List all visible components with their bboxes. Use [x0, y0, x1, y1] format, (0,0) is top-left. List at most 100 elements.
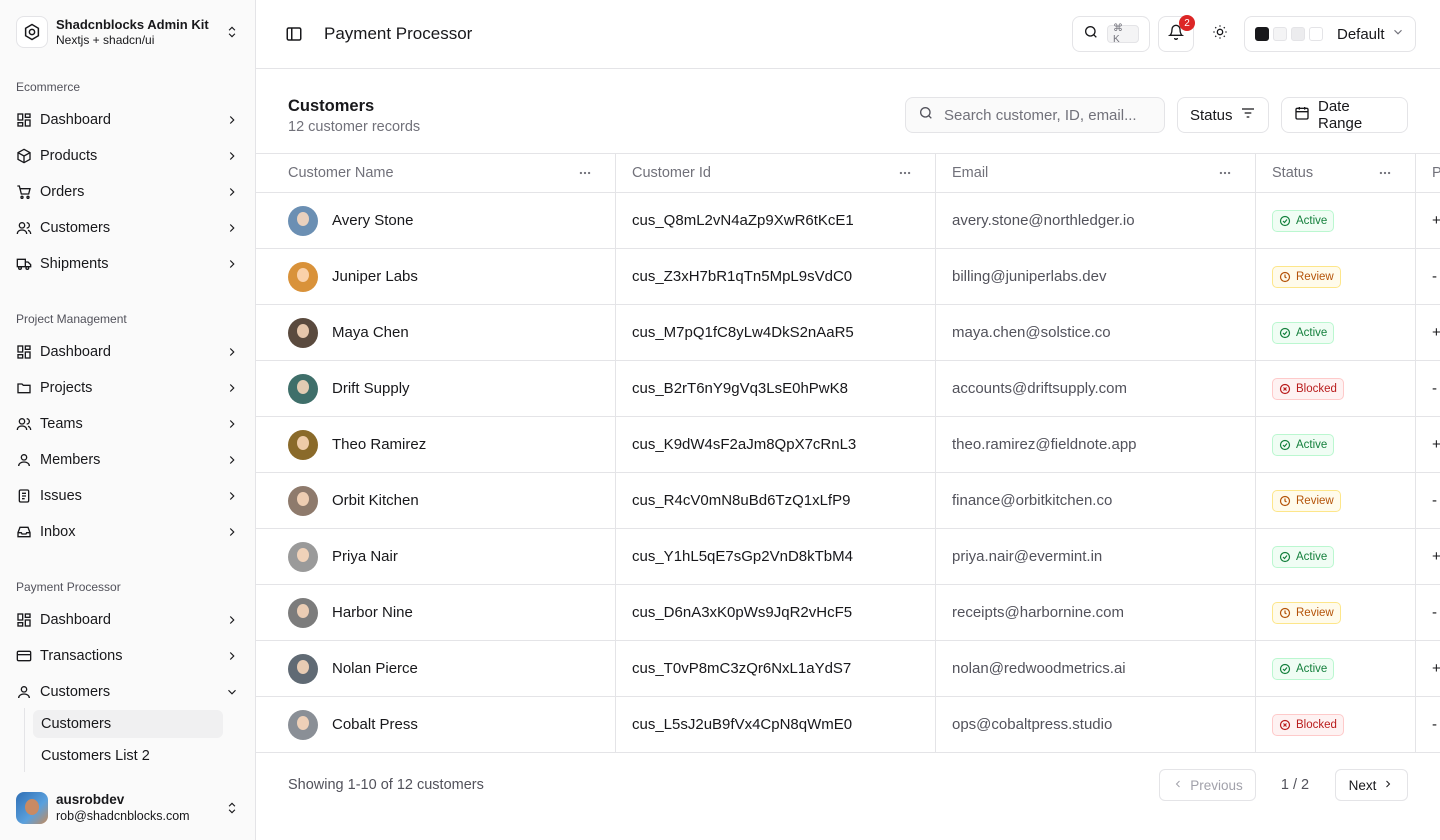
customer-search-input[interactable] — [944, 106, 1144, 124]
subnav-customers-list-2[interactable]: Customers List 2 — [33, 742, 223, 770]
cell-customer-id: cus_T0vP8mC3zQr6NxL1aYdS7 — [616, 641, 936, 696]
more-horizontal-icon[interactable] — [897, 165, 913, 181]
search-icon — [1083, 24, 1099, 45]
theme-select[interactable]: Default — [1244, 16, 1416, 52]
chevrons-up-down-icon — [224, 800, 240, 816]
status-label: Active — [1296, 438, 1328, 451]
cell-customer-id: cus_L5sJ2uB9fVx4CpN8qWmE0 — [616, 697, 936, 752]
next-page-button[interactable]: Next — [1335, 769, 1408, 801]
nav-inbox[interactable]: Inbox — [8, 516, 248, 548]
customer-id: cus_M7pQ1fC8yLw4DkS2nAaR5 — [632, 324, 854, 341]
chevron-right-icon — [1382, 778, 1394, 793]
status-filter-button[interactable]: Status — [1177, 97, 1269, 133]
customer-email: avery.stone@northledger.io — [952, 212, 1135, 229]
cell-customer-name: Drift Supply — [256, 361, 616, 416]
table-row[interactable]: Avery Stone cus_Q8mL2vN4aZp9XwR6tKcE1 aver… — [256, 193, 1440, 249]
previous-page-button[interactable]: Previous — [1159, 769, 1256, 801]
more-horizontal-icon[interactable] — [577, 165, 593, 181]
customer-id: cus_T0vP8mC3zQr6NxL1aYdS7 — [632, 660, 852, 677]
status-badge: Review — [1272, 265, 1341, 288]
status-label: Blocked — [1296, 382, 1337, 395]
dashboard-icon — [16, 612, 32, 628]
more-horizontal-icon[interactable] — [1377, 165, 1393, 181]
page-indicator: 1 / 2 — [1280, 777, 1310, 793]
cell-status: Review — [1256, 473, 1416, 528]
next-label: Next — [1348, 777, 1377, 793]
nav-transactions[interactable]: Transactions — [8, 640, 248, 672]
nav-products[interactable]: Products — [8, 140, 248, 172]
workspace-switcher[interactable]: Shadcnblocks Admin Kit Nextjs + shadcn/u… — [8, 8, 248, 56]
sidebar-toggle-icon[interactable] — [284, 24, 304, 44]
chevron-left-icon — [1172, 778, 1184, 793]
brand-subtitle: Nextjs + shadcn/ui — [56, 32, 155, 47]
sidebar: Shadcnblocks Admin Kit Nextjs + shadcn/u… — [0, 0, 256, 840]
chevron-right-icon — [224, 648, 240, 664]
cell-partial: + — [1432, 660, 1440, 677]
date-range-button[interactable]: Date Range — [1281, 97, 1408, 133]
cell-status: Active — [1256, 641, 1416, 696]
nav-label: Shipments — [40, 256, 109, 272]
nav-ecommerce-customers[interactable]: Customers — [8, 212, 248, 244]
previous-label: Previous — [1190, 777, 1243, 793]
customer-email: ops@cobaltpress.studio — [952, 716, 1113, 733]
status-label: Active — [1296, 326, 1328, 339]
group-label-project-management: Project Management — [16, 312, 127, 326]
user-menu[interactable]: ausrobdev rob@shadcnblocks.com — [8, 784, 248, 832]
cell-email: ops@cobaltpress.studio — [936, 697, 1256, 752]
table-row[interactable]: Priya Nair cus_Y1hL5qE7sGp2VnD8kTbM4 priya… — [256, 529, 1440, 585]
table-row[interactable]: Harbor Nine cus_D6nA3xK0pWs9JqR2vHcF5 rece… — [256, 585, 1440, 641]
nav-members[interactable]: Members — [8, 444, 248, 476]
notifications-button[interactable]: 2 — [1158, 15, 1195, 52]
table-row[interactable]: Drift Supply cus_B2rT6nY9gVq3LsE0hPwK8 acc… — [256, 361, 1440, 417]
avatar — [288, 317, 318, 348]
table-row[interactable]: Cobalt Press cus_L5sJ2uB9fVx4CpN8qWmE0 ops… — [256, 697, 1440, 752]
column-header-customer-id[interactable]: Customer Id — [616, 154, 936, 192]
cell-customer-name: Juniper Labs — [256, 249, 616, 304]
x-circle-icon — [1279, 719, 1291, 731]
check-circle-icon — [1279, 327, 1291, 339]
user-icon — [16, 684, 32, 700]
column-header-partial[interactable]: P — [1416, 154, 1440, 192]
nav-projects[interactable]: Projects — [8, 372, 248, 404]
cell-customer-name: Harbor Nine — [256, 585, 616, 640]
nav-shipments[interactable]: Shipments — [8, 248, 248, 280]
nav-pm-dashboard[interactable]: Dashboard — [8, 336, 248, 368]
dashboard-icon — [16, 112, 32, 128]
customers-table: Customer Name Customer Id Email Status P… — [256, 154, 1440, 753]
table-row[interactable]: Theo Ramirez cus_K9dW4sF2aJm8QpX7cRnL3 the… — [256, 417, 1440, 473]
column-header-email[interactable]: Email — [936, 154, 1256, 192]
nav-orders[interactable]: Orders — [8, 176, 248, 208]
cell-customer-id: cus_R4cV0mN8uBd6TzQ1xLfP9 — [616, 473, 936, 528]
clipboard-list-icon — [16, 488, 32, 504]
user-email: rob@shadcnblocks.com — [56, 809, 190, 823]
table-row[interactable]: Nolan Pierce cus_T0vP8mC3zQr6NxL1aYdS7 nol… — [256, 641, 1440, 697]
cell-customer-name: Orbit Kitchen — [256, 473, 616, 528]
nav-pp-dashboard[interactable]: Dashboard — [8, 604, 248, 636]
cell-partial: - — [1432, 604, 1437, 621]
cell-partial: + — [1432, 212, 1440, 229]
status-badge: Active — [1272, 545, 1335, 568]
table-row[interactable]: Maya Chen cus_M7pQ1fC8yLw4DkS2nAaR5 maya.c… — [256, 305, 1440, 361]
command-search-button[interactable]: ⌘ K — [1072, 16, 1150, 52]
nav-ecommerce-dashboard[interactable]: Dashboard — [8, 104, 248, 136]
clock-icon — [1279, 271, 1291, 283]
subnav-customers[interactable]: Customers — [33, 710, 223, 738]
customer-id: cus_L5sJ2uB9fVx4CpN8qWmE0 — [632, 716, 853, 733]
nav-label: Members — [40, 452, 101, 468]
calendar-icon — [1294, 105, 1310, 125]
customer-name: Avery Stone — [332, 212, 414, 229]
table-row[interactable]: Orbit Kitchen cus_R4cV0mN8uBd6TzQ1xLfP9 fi… — [256, 473, 1440, 529]
avatar — [288, 597, 318, 628]
theme-toggle-button[interactable] — [1204, 18, 1236, 50]
customer-email: finance@orbitkitchen.co — [952, 492, 1113, 509]
chevron-right-icon — [224, 184, 240, 200]
nav-pp-customers[interactable]: Customers — [8, 676, 248, 708]
table-row[interactable]: Juniper Labs cus_Z3xH7bR1qTn5MpL9sVdC0 bil… — [256, 249, 1440, 305]
nav-teams[interactable]: Teams — [8, 408, 248, 440]
inbox-icon — [16, 524, 32, 540]
clock-icon — [1279, 607, 1291, 619]
column-header-customer-name[interactable]: Customer Name — [256, 154, 616, 192]
more-horizontal-icon[interactable] — [1217, 165, 1233, 181]
column-header-status[interactable]: Status — [1256, 154, 1416, 192]
nav-issues[interactable]: Issues — [8, 480, 248, 512]
